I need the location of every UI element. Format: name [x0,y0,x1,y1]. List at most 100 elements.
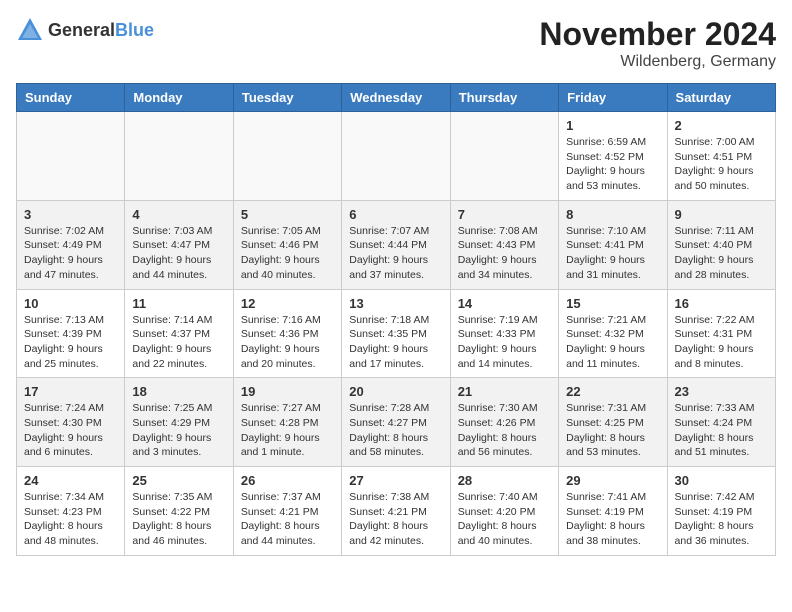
calendar-day-cell: 20 Sunrise: 7:28 AM Sunset: 4:27 PM Dayli… [342,378,450,467]
day-number: 19 [241,384,334,399]
day-info: Sunrise: 7:27 AM Sunset: 4:28 PM Dayligh… [241,401,334,460]
calendar-week-row: 24 Sunrise: 7:34 AM Sunset: 4:23 PM Dayli… [17,467,776,556]
day-info: Sunrise: 6:59 AM Sunset: 4:52 PM Dayligh… [566,135,659,194]
logo: GeneralBlue [16,16,154,44]
calendar-day-cell: 14 Sunrise: 7:19 AM Sunset: 4:33 PM Dayli… [450,289,558,378]
day-info: Sunrise: 7:42 AM Sunset: 4:19 PM Dayligh… [675,490,768,549]
day-number: 14 [458,296,551,311]
day-number: 18 [132,384,225,399]
day-info: Sunrise: 7:21 AM Sunset: 4:32 PM Dayligh… [566,313,659,372]
day-number: 1 [566,118,659,133]
calendar-day-cell: 27 Sunrise: 7:38 AM Sunset: 4:21 PM Dayli… [342,467,450,556]
logo-blue: Blue [115,20,154,40]
calendar-day-cell [233,112,341,201]
calendar-day-cell: 8 Sunrise: 7:10 AM Sunset: 4:41 PM Daylig… [559,200,667,289]
calendar-day-cell: 16 Sunrise: 7:22 AM Sunset: 4:31 PM Dayli… [667,289,775,378]
day-number: 26 [241,473,334,488]
day-info: Sunrise: 7:19 AM Sunset: 4:33 PM Dayligh… [458,313,551,372]
day-number: 17 [24,384,117,399]
logo-icon [16,16,44,44]
calendar-day-cell: 19 Sunrise: 7:27 AM Sunset: 4:28 PM Dayli… [233,378,341,467]
day-info: Sunrise: 7:02 AM Sunset: 4:49 PM Dayligh… [24,224,117,283]
day-info: Sunrise: 7:41 AM Sunset: 4:19 PM Dayligh… [566,490,659,549]
day-number: 10 [24,296,117,311]
calendar-day-cell: 7 Sunrise: 7:08 AM Sunset: 4:43 PM Daylig… [450,200,558,289]
calendar-day-cell: 4Sunrise: 7:03 AM Sunset: 4:47 PM Daylig… [125,200,233,289]
day-number: 23 [675,384,768,399]
calendar-day-cell: 11 Sunrise: 7:14 AM Sunset: 4:37 PM Dayli… [125,289,233,378]
day-number: 24 [24,473,117,488]
weekday-header: Thursday [450,84,558,112]
calendar-day-cell: 15Sunrise: 7:21 AM Sunset: 4:32 PM Dayli… [559,289,667,378]
day-info: Sunrise: 7:38 AM Sunset: 4:21 PM Dayligh… [349,490,442,549]
page-header: GeneralBlue November 2024 Wildenberg, Ge… [16,16,776,71]
calendar-week-row: 3Sunrise: 7:02 AM Sunset: 4:49 PM Daylig… [17,200,776,289]
weekday-header: Tuesday [233,84,341,112]
calendar-day-cell: 24 Sunrise: 7:34 AM Sunset: 4:23 PM Dayli… [17,467,125,556]
day-info: Sunrise: 7:10 AM Sunset: 4:41 PM Dayligh… [566,224,659,283]
day-number: 8 [566,207,659,222]
calendar-day-cell: 5 Sunrise: 7:05 AM Sunset: 4:46 PM Daylig… [233,200,341,289]
day-info: Sunrise: 7:34 AM Sunset: 4:23 PM Dayligh… [24,490,117,549]
day-number: 6 [349,207,442,222]
day-number: 22 [566,384,659,399]
calendar-day-cell: 6 Sunrise: 7:07 AM Sunset: 4:44 PM Daylig… [342,200,450,289]
day-number: 28 [458,473,551,488]
weekday-header: Saturday [667,84,775,112]
day-number: 25 [132,473,225,488]
day-number: 16 [675,296,768,311]
calendar-week-row: 1 Sunrise: 6:59 AM Sunset: 4:52 PM Daylig… [17,112,776,201]
day-info: Sunrise: 7:24 AM Sunset: 4:30 PM Dayligh… [24,401,117,460]
calendar-day-cell: 23 Sunrise: 7:33 AM Sunset: 4:24 PM Dayli… [667,378,775,467]
day-number: 9 [675,207,768,222]
day-info: Sunrise: 7:37 AM Sunset: 4:21 PM Dayligh… [241,490,334,549]
calendar-day-cell: 1 Sunrise: 6:59 AM Sunset: 4:52 PM Daylig… [559,112,667,201]
calendar-day-cell: 10 Sunrise: 7:13 AM Sunset: 4:39 PM Dayli… [17,289,125,378]
calendar-day-cell [17,112,125,201]
calendar-day-cell: 3Sunrise: 7:02 AM Sunset: 4:49 PM Daylig… [17,200,125,289]
calendar-day-cell: 22 Sunrise: 7:31 AM Sunset: 4:25 PM Dayli… [559,378,667,467]
day-info: Sunrise: 7:30 AM Sunset: 4:26 PM Dayligh… [458,401,551,460]
day-info: Sunrise: 7:35 AM Sunset: 4:22 PM Dayligh… [132,490,225,549]
day-info: Sunrise: 7:00 AM Sunset: 4:51 PM Dayligh… [675,135,768,194]
day-info: Sunrise: 7:13 AM Sunset: 4:39 PM Dayligh… [24,313,117,372]
day-info: Sunrise: 7:22 AM Sunset: 4:31 PM Dayligh… [675,313,768,372]
day-info: Sunrise: 7:07 AM Sunset: 4:44 PM Dayligh… [349,224,442,283]
day-number: 12 [241,296,334,311]
day-number: 27 [349,473,442,488]
calendar-table: SundayMondayTuesdayWednesdayThursdayFrid… [16,83,776,556]
day-info: Sunrise: 7:16 AM Sunset: 4:36 PM Dayligh… [241,313,334,372]
day-info: Sunrise: 7:31 AM Sunset: 4:25 PM Dayligh… [566,401,659,460]
day-number: 13 [349,296,442,311]
calendar-day-cell: 17 Sunrise: 7:24 AM Sunset: 4:30 PM Dayli… [17,378,125,467]
page-subtitle: Wildenberg, Germany [539,53,776,71]
logo-general: General [48,20,115,40]
calendar-day-cell: 18 Sunrise: 7:25 AM Sunset: 4:29 PM Dayli… [125,378,233,467]
calendar-day-cell: 12 Sunrise: 7:16 AM Sunset: 4:36 PM Dayli… [233,289,341,378]
day-info: Sunrise: 7:18 AM Sunset: 4:35 PM Dayligh… [349,313,442,372]
calendar-day-cell: 21 Sunrise: 7:30 AM Sunset: 4:26 PM Dayli… [450,378,558,467]
weekday-header: Monday [125,84,233,112]
day-number: 20 [349,384,442,399]
calendar-header-row: SundayMondayTuesdayWednesdayThursdayFrid… [17,84,776,112]
day-info: Sunrise: 7:28 AM Sunset: 4:27 PM Dayligh… [349,401,442,460]
calendar-day-cell: 9Sunrise: 7:11 AM Sunset: 4:40 PM Daylig… [667,200,775,289]
day-info: Sunrise: 7:40 AM Sunset: 4:20 PM Dayligh… [458,490,551,549]
day-number: 30 [675,473,768,488]
day-info: Sunrise: 7:08 AM Sunset: 4:43 PM Dayligh… [458,224,551,283]
calendar-day-cell: 25 Sunrise: 7:35 AM Sunset: 4:22 PM Dayli… [125,467,233,556]
title-block: November 2024 Wildenberg, Germany [539,16,776,71]
day-number: 5 [241,207,334,222]
day-number: 2 [675,118,768,133]
day-number: 21 [458,384,551,399]
weekday-header: Wednesday [342,84,450,112]
day-info: Sunrise: 7:05 AM Sunset: 4:46 PM Dayligh… [241,224,334,283]
day-info: Sunrise: 7:14 AM Sunset: 4:37 PM Dayligh… [132,313,225,372]
calendar-day-cell: 13 Sunrise: 7:18 AM Sunset: 4:35 PM Dayli… [342,289,450,378]
day-number: 4 [132,207,225,222]
day-number: 11 [132,296,225,311]
day-number: 7 [458,207,551,222]
day-number: 29 [566,473,659,488]
day-info: Sunrise: 7:33 AM Sunset: 4:24 PM Dayligh… [675,401,768,460]
day-info: Sunrise: 7:25 AM Sunset: 4:29 PM Dayligh… [132,401,225,460]
